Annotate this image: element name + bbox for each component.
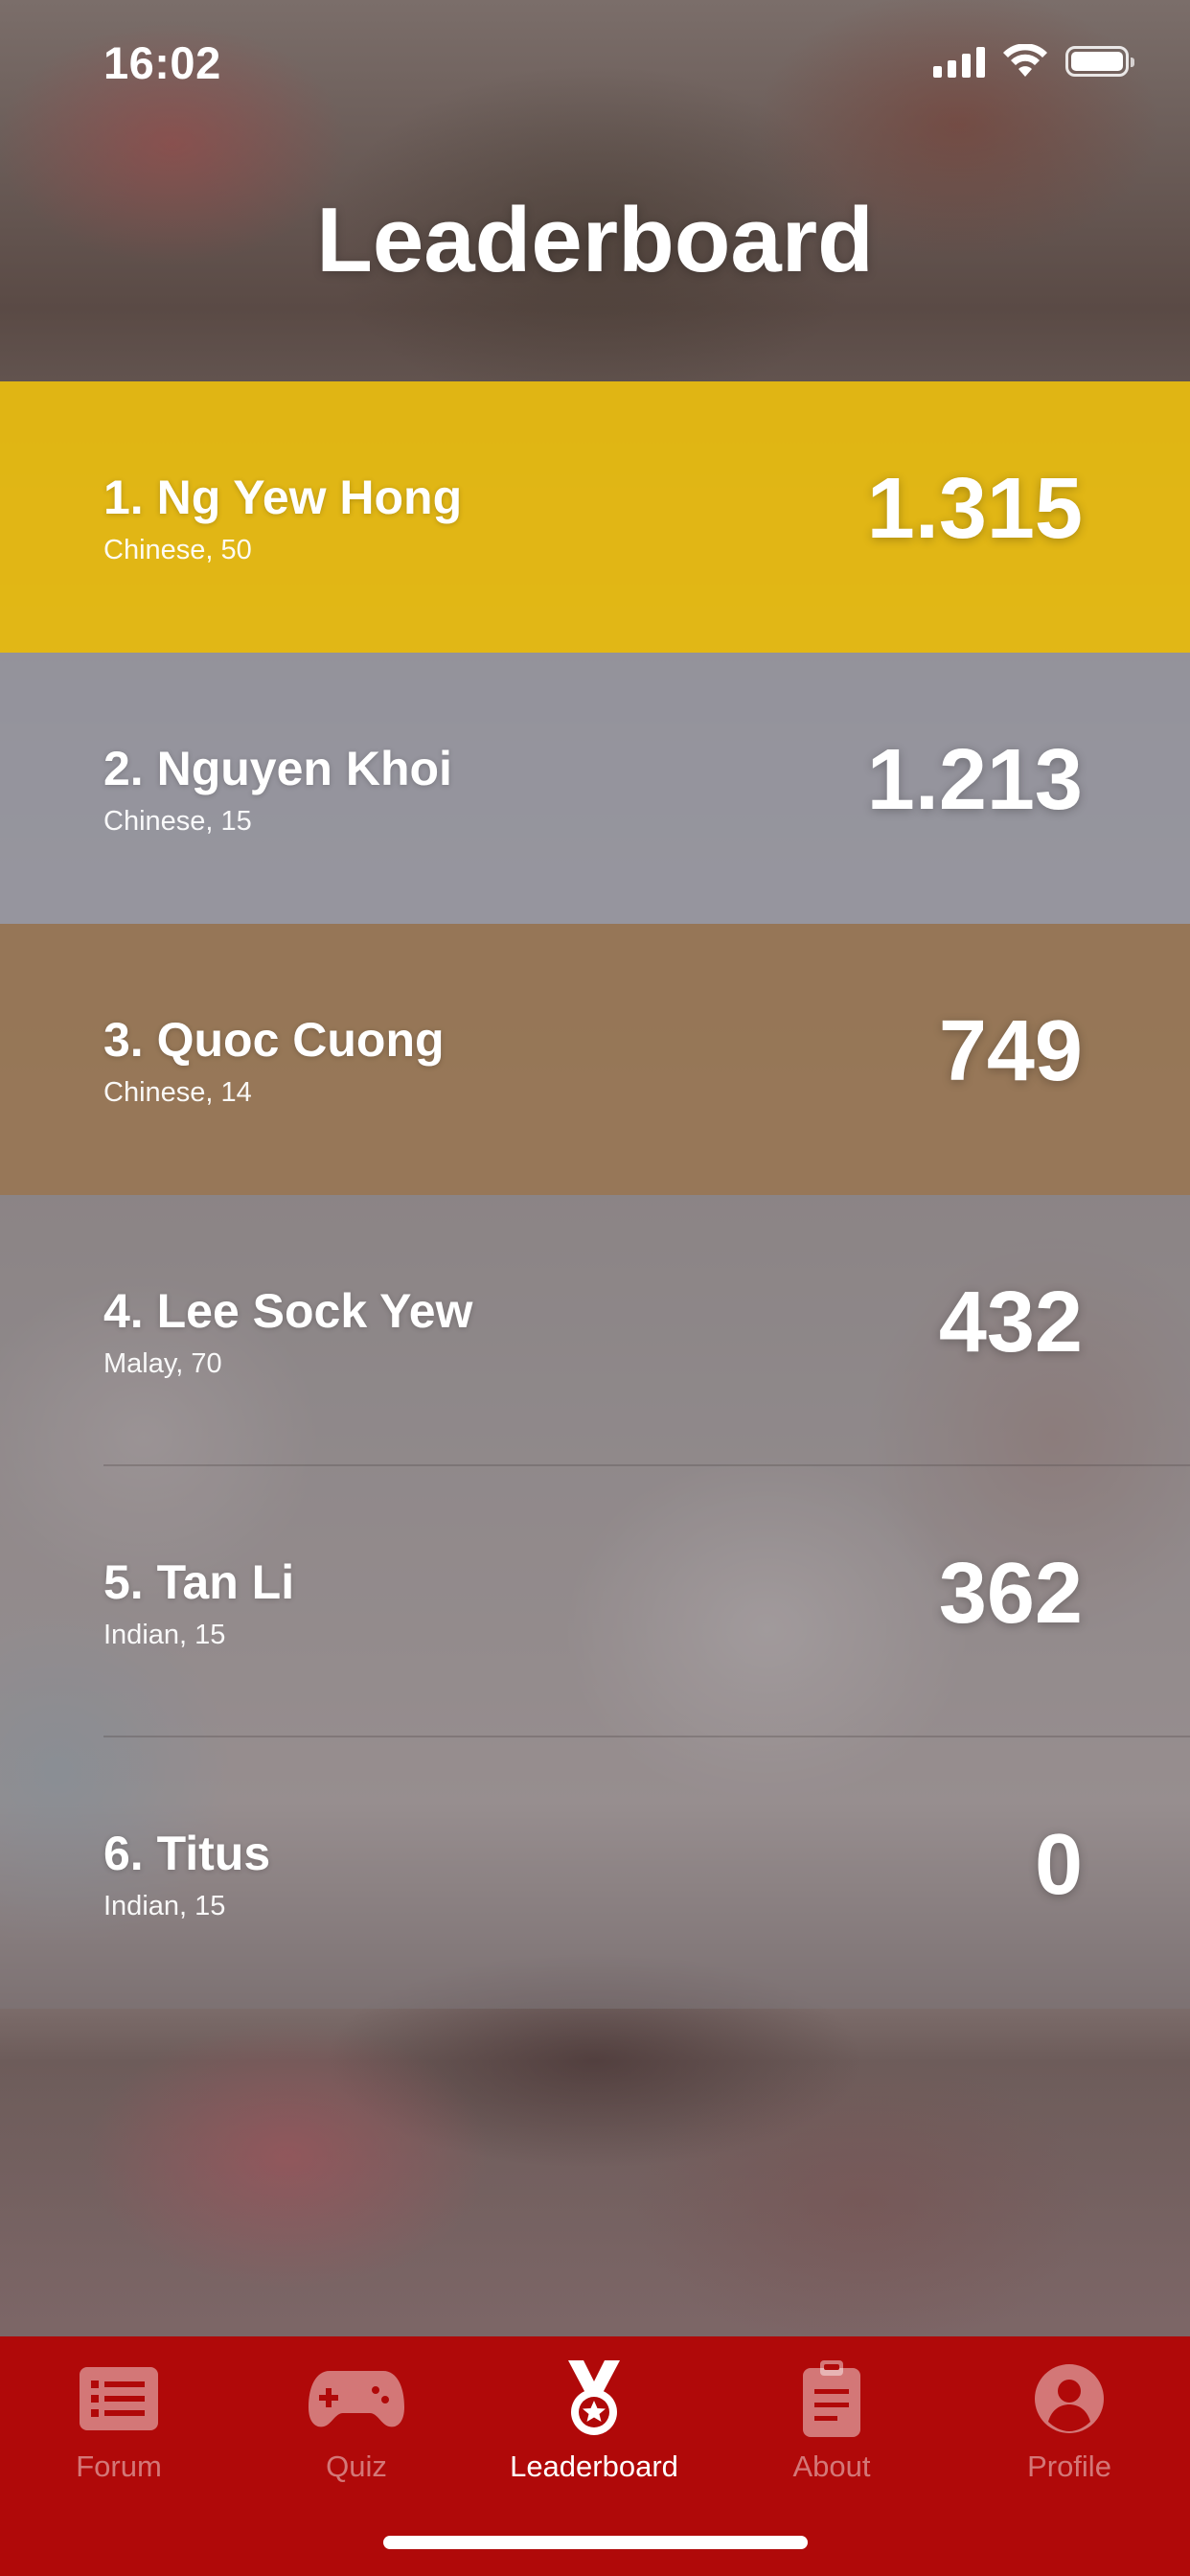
leaderboard-row-2[interactable]: 2. Nguyen Khoi Chinese, 15 1.213 (0, 653, 1190, 924)
player-name: 1. Ng Yew Hong (103, 471, 463, 524)
player-name: 3. Quoc Cuong (103, 1013, 445, 1067)
wifi-icon (1003, 44, 1047, 77)
tab-label: Quiz (326, 2450, 387, 2483)
tab-leaderboard[interactable]: Leaderboard (475, 2356, 713, 2518)
player-score: 1.315 (866, 461, 1083, 557)
tab-profile[interactable]: Profile (950, 2356, 1188, 2518)
tab-label: Forum (76, 2450, 162, 2483)
page-title: Leaderboard (316, 189, 874, 291)
medal-icon (546, 2356, 642, 2442)
tab-label: About (792, 2450, 871, 2483)
leaderboard-list: 1. Ng Yew Hong Chinese, 50 1.315 2. Nguy… (0, 381, 1190, 2009)
player-score: 0 (1034, 1817, 1083, 1913)
player-score: 432 (938, 1275, 1083, 1370)
player-meta: Indian, 15 (103, 1891, 226, 1921)
tab-forum[interactable]: Forum (0, 2356, 238, 2518)
status-icons (933, 44, 1134, 79)
leaderboard-row-5[interactable]: 5. Tan Li Indian, 15 362 (0, 1466, 1190, 1737)
tab-about[interactable]: About (713, 2356, 950, 2518)
player-meta: Indian, 15 (103, 1620, 226, 1650)
signal-icon (933, 45, 985, 78)
player-score: 1.213 (866, 732, 1083, 828)
player-name: 5. Tan Li (103, 1555, 295, 1609)
user-icon (1021, 2356, 1117, 2442)
player-name: 2. Nguyen Khoi (103, 742, 452, 795)
player-name: 4. Lee Sock Yew (103, 1284, 473, 1338)
app-screen: 16:02 Leaderboard 1. Ng Yew Hong Chinese… (0, 0, 1190, 2576)
player-meta: Malay, 70 (103, 1348, 222, 1379)
battery-icon (1065, 46, 1134, 77)
leaderboard-row-4[interactable]: 4. Lee Sock Yew Malay, 70 432 (0, 1195, 1190, 1466)
player-meta: Chinese, 14 (103, 1077, 252, 1108)
tab-label: Profile (1027, 2450, 1111, 2483)
list-icon (71, 2356, 167, 2442)
player-score: 749 (938, 1003, 1083, 1099)
tab-label: Leaderboard (510, 2450, 678, 2483)
status-time: 16:02 (103, 37, 221, 88)
leaderboard-row-1[interactable]: 1. Ng Yew Hong Chinese, 50 1.315 (0, 381, 1190, 653)
home-indicator (383, 2536, 808, 2549)
player-score: 362 (938, 1546, 1083, 1642)
player-meta: Chinese, 15 (103, 806, 252, 837)
gamepad-icon (309, 2356, 404, 2442)
player-name: 6. Titus (103, 1827, 271, 1880)
leaderboard-row-3[interactable]: 3. Quoc Cuong Chinese, 14 749 (0, 924, 1190, 1195)
player-meta: Chinese, 50 (103, 535, 252, 565)
tab-quiz[interactable]: Quiz (238, 2356, 475, 2518)
clipboard-icon (784, 2356, 880, 2442)
status-bar: 16:02 (0, 0, 1190, 126)
leaderboard-row-6[interactable]: 6. Titus Indian, 15 0 (0, 1737, 1190, 2009)
